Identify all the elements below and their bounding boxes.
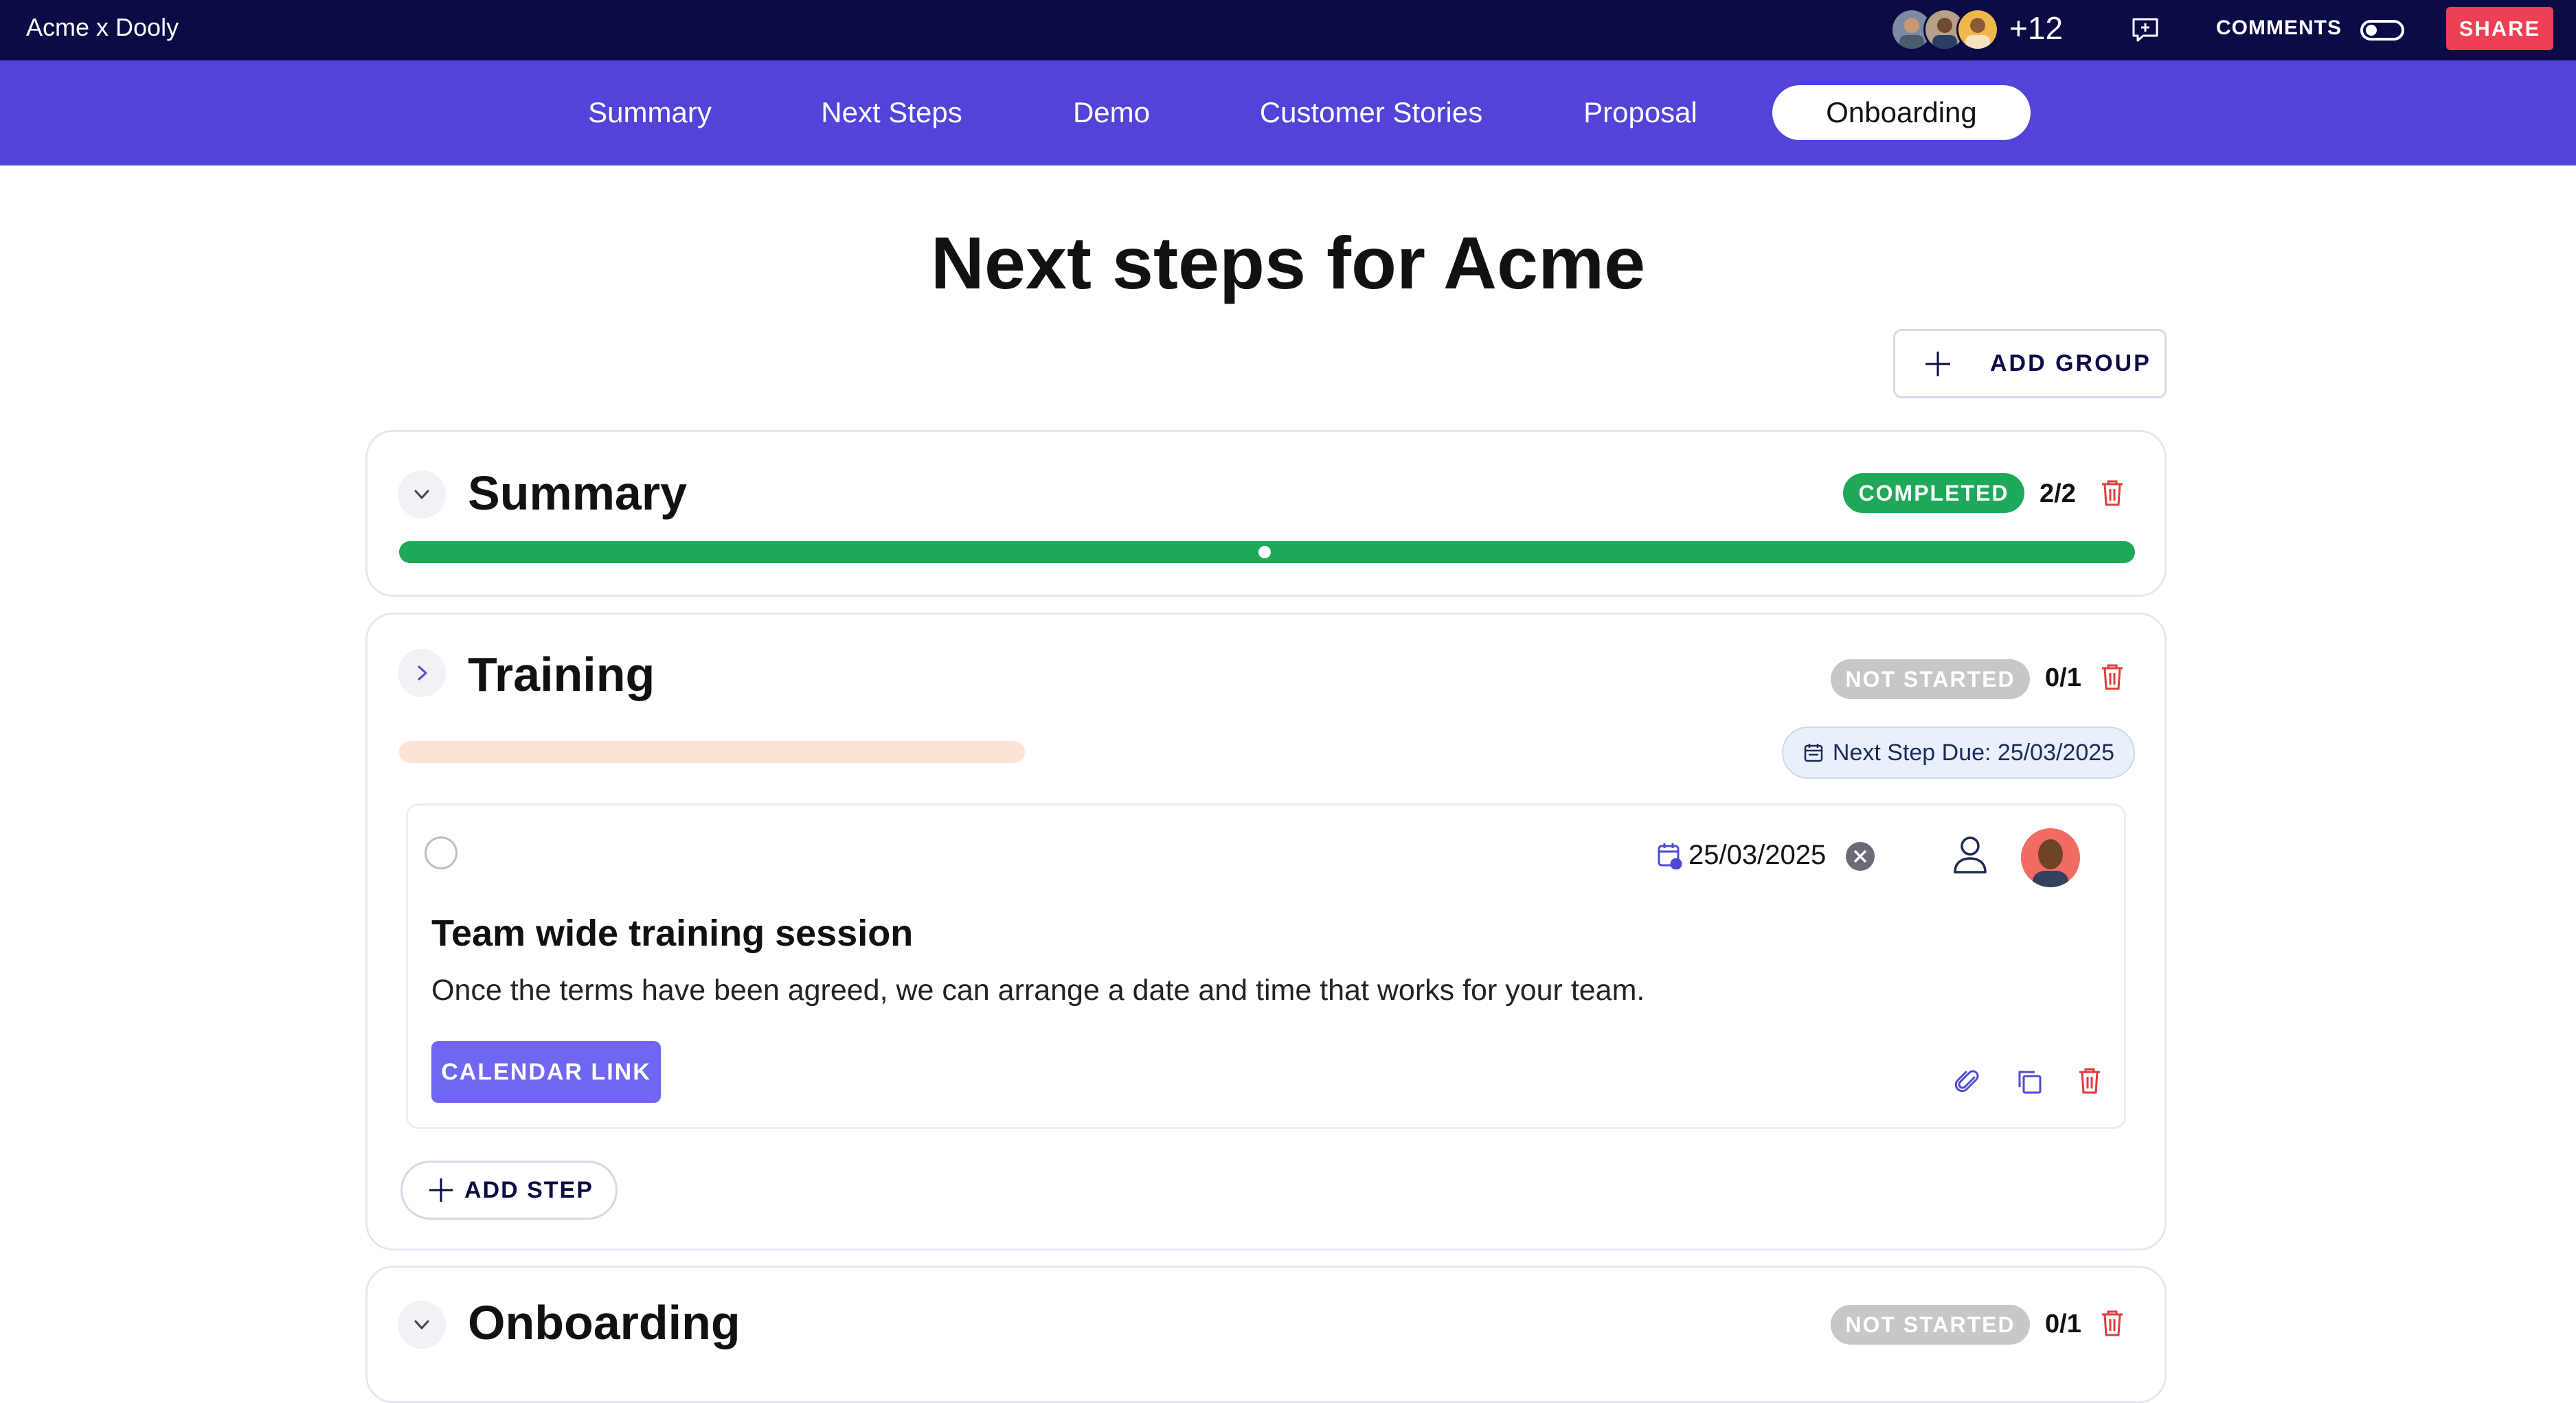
progress-bar <box>399 741 1442 763</box>
page: Acme x Dooly +12 COMMENTS SHARE Summary … <box>0 0 2576 1403</box>
trash-icon[interactable] <box>2077 1066 2102 1099</box>
tab-next-steps[interactable]: Next Steps <box>812 85 971 140</box>
calendar-icon <box>1804 744 1823 762</box>
collaborator-avatars[interactable] <box>1890 5 1999 54</box>
comments-label: COMMENTS <box>2216 16 2342 39</box>
next-step-due[interactable]: Next Step Due: 25/03/2025 <box>1782 727 2135 779</box>
status-badge[interactable]: NOT STARTED <box>1831 659 2030 699</box>
calendar-icon[interactable] <box>1657 842 1683 873</box>
copy-icon[interactable] <box>2015 1068 2043 1099</box>
chat-plus-icon[interactable] <box>2130 15 2160 49</box>
avatar <box>1956 8 1999 51</box>
paperclip-icon[interactable] <box>1954 1068 1981 1099</box>
progress-count: 2/2 <box>2040 479 2076 508</box>
group-title: Training <box>468 648 655 701</box>
group-card-summary: Summary COMPLETED 2/2 <box>365 430 2167 597</box>
share-button[interactable]: SHARE <box>2446 7 2553 50</box>
progress-fill <box>399 741 1025 763</box>
chevron-right-icon <box>418 665 427 681</box>
tab-onboarding[interactable]: Onboarding <box>1772 85 2031 140</box>
avatar[interactable] <box>2021 828 2080 887</box>
app-title: Acme x Dooly <box>26 13 179 41</box>
top-bar: Acme x Dooly +12 COMMENTS SHARE <box>0 0 2576 60</box>
status-badge[interactable]: COMPLETED <box>1843 473 2024 513</box>
chevron-down-icon <box>414 1320 429 1330</box>
tab-customer-stories[interactable]: Customer Stories <box>1249 85 1493 140</box>
tab-demo[interactable]: Demo <box>1058 85 1165 140</box>
step-complete-checkbox[interactable] <box>425 836 457 869</box>
section-nav: Summary Next Steps Demo Customer Stories… <box>0 60 2576 166</box>
plus-icon <box>429 1178 453 1202</box>
add-step-label: ADD STEP <box>464 1176 594 1203</box>
group-card-training: Training NOT STARTED 0/1 Next Step Due: … <box>365 613 2167 1251</box>
comments-toggle[interactable] <box>2360 20 2404 41</box>
trash-icon[interactable] <box>2100 1309 2125 1341</box>
trash-icon[interactable] <box>2100 479 2125 511</box>
collapse-toggle[interactable] <box>398 470 446 518</box>
step-title[interactable]: Team wide training session <box>431 912 913 955</box>
next-step-due-label: Next Step Due: 25/03/2025 <box>1832 739 2115 766</box>
collaborator-count[interactable]: +12 <box>2009 10 2063 47</box>
plus-icon <box>1923 349 1953 379</box>
step-card: 25/03/2025 Team wide training session On… <box>406 803 2126 1129</box>
calendar-link-button[interactable]: CALENDAR LINK <box>431 1041 661 1103</box>
add-step-button[interactable]: ADD STEP <box>400 1161 618 1220</box>
expand-toggle[interactable] <box>398 649 446 697</box>
progress-marker <box>1258 546 1271 558</box>
tab-summary[interactable]: Summary <box>574 85 725 140</box>
group-card-onboarding: Onboarding NOT STARTED 0/1 <box>365 1266 2167 1403</box>
group-title: Summary <box>468 466 688 520</box>
progress-count: 0/1 <box>2045 1310 2081 1338</box>
status-badge[interactable]: NOT STARTED <box>1831 1305 2030 1345</box>
step-due-date[interactable]: 25/03/2025 <box>1688 840 1826 871</box>
progress-bar <box>399 541 2135 563</box>
collapse-toggle[interactable] <box>398 1301 446 1349</box>
close-circle-icon[interactable] <box>1845 841 1875 875</box>
progress-count: 0/1 <box>2045 663 2081 692</box>
step-description[interactable]: Once the terms have been agreed, we can … <box>431 974 1645 1007</box>
user-icon[interactable] <box>1951 834 1989 878</box>
add-group-button[interactable]: ADD GROUP <box>1893 329 2167 398</box>
toggle-icon <box>2366 25 2377 36</box>
add-group-label: ADD GROUP <box>1990 350 2151 376</box>
chevron-down-icon <box>414 490 429 499</box>
trash-icon[interactable] <box>2100 663 2125 695</box>
page-title: Next steps for Acme <box>930 221 1646 304</box>
tab-proposal[interactable]: Proposal <box>1573 85 1708 140</box>
group-title: Onboarding <box>468 1296 741 1349</box>
